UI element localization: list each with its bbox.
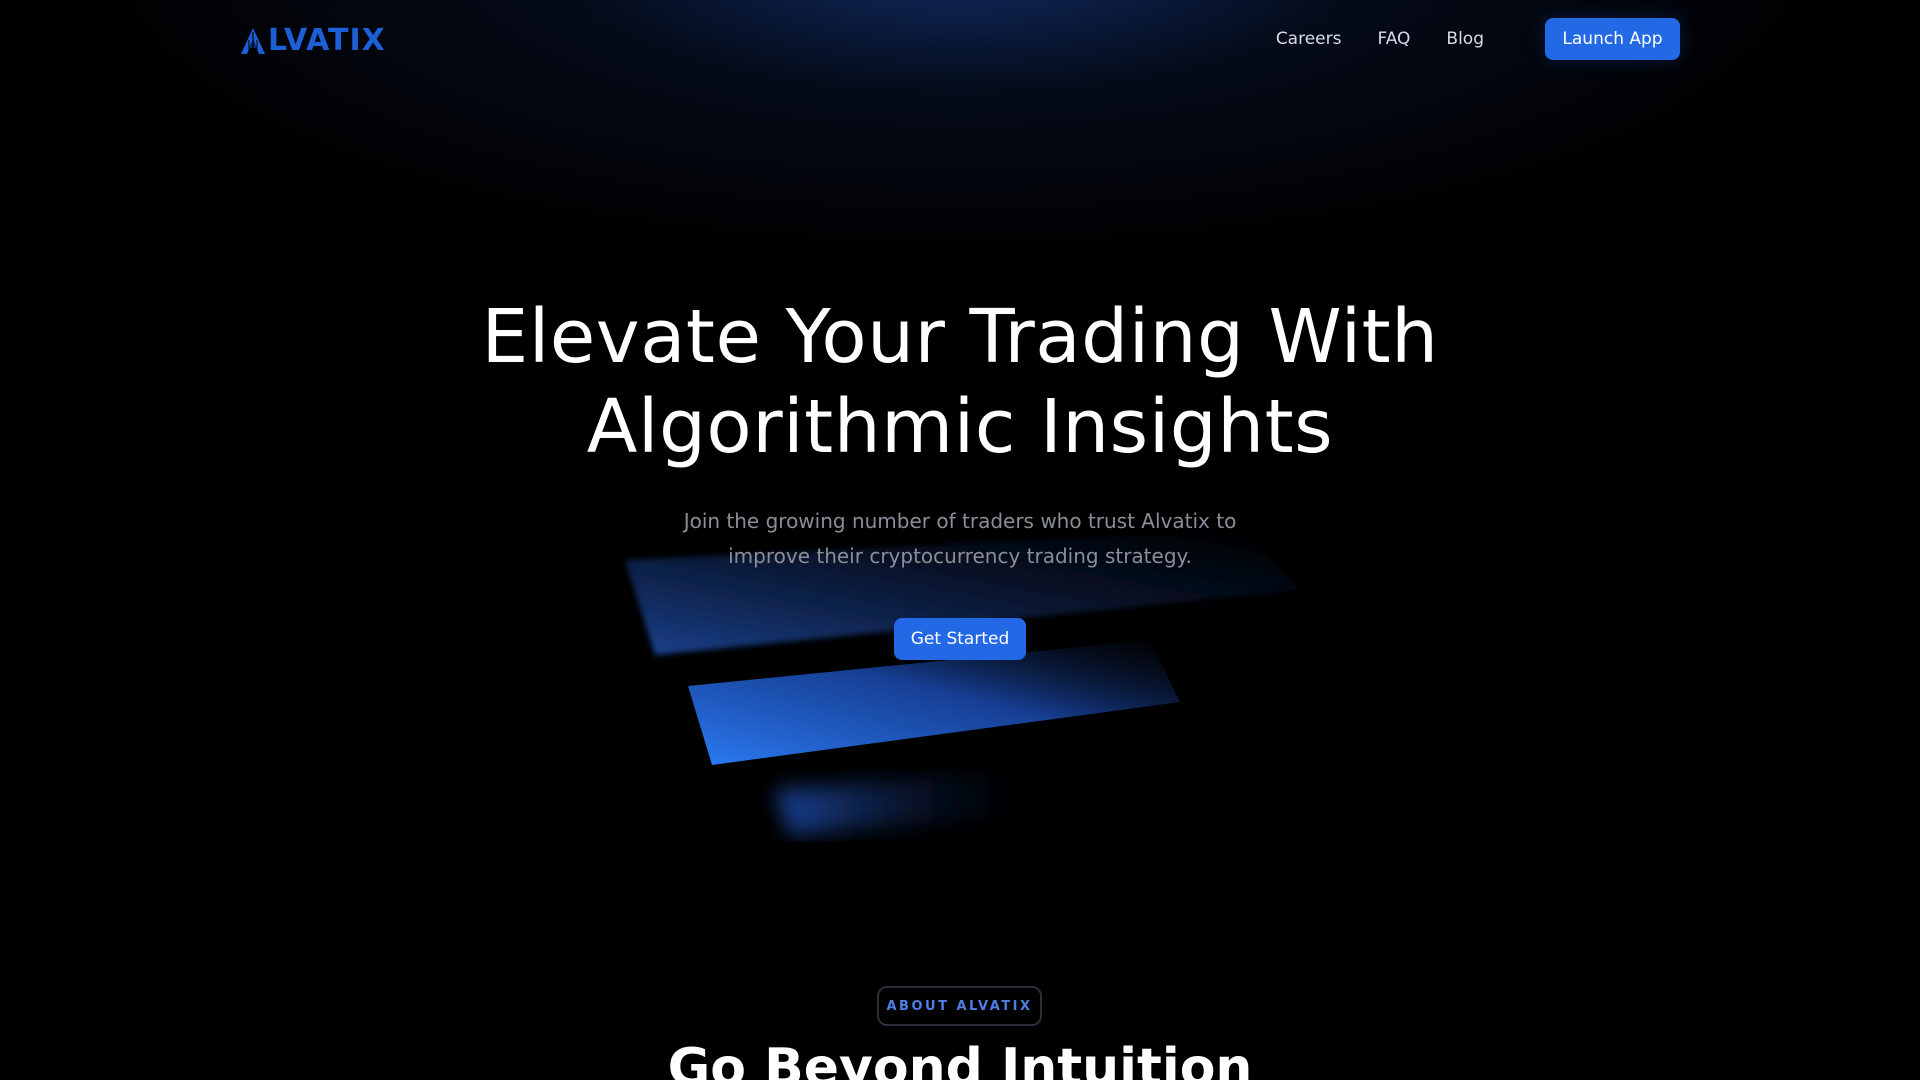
hero-shape-shadow xyxy=(775,770,1030,835)
alvatix-logo-icon xyxy=(241,28,265,54)
launch-app-button[interactable]: Launch App xyxy=(1545,18,1680,60)
hero-subtitle-line-1: Join the growing number of traders who t… xyxy=(683,509,1237,533)
hero-subtitle: Join the growing number of traders who t… xyxy=(660,504,1260,574)
brand-logo-text: LVATIX xyxy=(268,23,386,58)
nav-link-careers[interactable]: Careers xyxy=(1276,29,1342,49)
about-badge: ABOUT ALVATIX xyxy=(877,986,1042,1026)
nav-links: Careers FAQ Blog xyxy=(1276,18,1520,60)
nav-link-blog[interactable]: Blog xyxy=(1446,29,1484,49)
top-navbar: LVATIX Careers FAQ Blog Launch App xyxy=(0,0,1920,80)
nav-link-faq[interactable]: FAQ xyxy=(1377,29,1410,49)
brand-logo[interactable]: LVATIX xyxy=(240,24,386,58)
hero-title: Elevate Your Trading With Algorithmic In… xyxy=(0,292,1920,472)
landing-page: LVATIX Careers FAQ Blog Launch App Eleva… xyxy=(0,0,1920,1080)
hero-title-line-1: Elevate Your Trading With xyxy=(481,294,1439,380)
get-started-button[interactable]: Get Started xyxy=(894,618,1026,660)
hero-title-line-2: Algorithmic Insights xyxy=(586,384,1334,470)
about-section-title: Go Beyond Intuition xyxy=(667,1038,1253,1080)
hero-subtitle-line-2: improve their cryptocurrency trading str… xyxy=(728,544,1192,568)
